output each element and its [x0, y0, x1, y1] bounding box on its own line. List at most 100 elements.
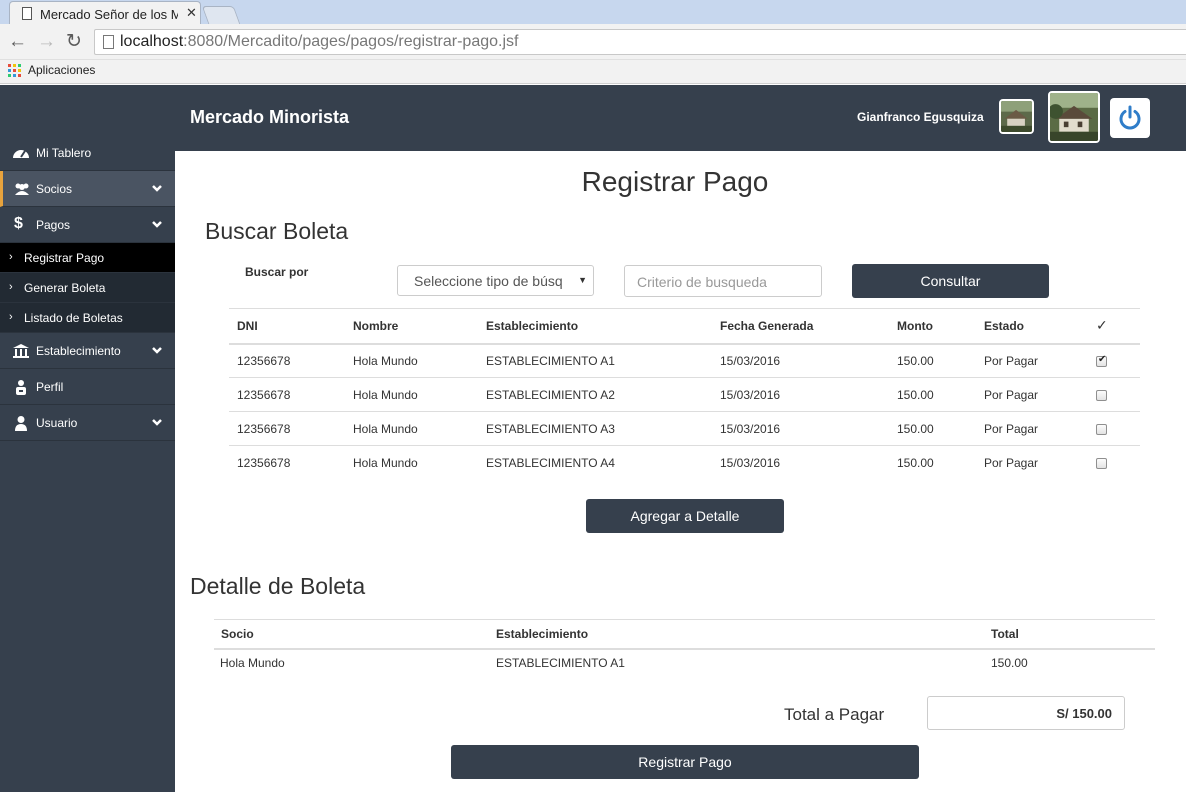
chevron-down-icon[interactable] [151, 182, 163, 194]
sidebar-item-perfil[interactable]: Perfil [0, 369, 175, 405]
table-row: 12356678 Hola Mundo ESTABLECIMIENTO A2 1… [229, 377, 1140, 412]
buscar-boleta-heading: Buscar Boleta [205, 218, 349, 244]
sidebar-subitem-registrar-pago[interactable]: › Registrar Pago [0, 243, 175, 273]
table-row: 12356678 Hola Mundo ESTABLECIMIENTO A3 1… [229, 411, 1140, 446]
search-input[interactable]: Criterio de busqueda [624, 265, 822, 297]
cell-socio: Hola Mundo [220, 655, 285, 670]
power-icon [1119, 105, 1141, 130]
chevron-down-icon[interactable] [151, 344, 163, 356]
chevron-right-icon: › [9, 251, 13, 263]
sidebar-item-establecimiento[interactable]: Establecimiento [0, 333, 175, 369]
sidebar-subitem-label: Listado de Boletas [24, 311, 123, 325]
cell-dni: 12356678 [229, 377, 345, 412]
registrar-pago-button[interactable]: Registrar Pago [451, 745, 919, 779]
row-checkbox[interactable] [1096, 458, 1107, 470]
reload-icon[interactable]: ↻ [66, 32, 82, 52]
column-header: Total [983, 619, 1155, 650]
cell-total: 150.00 [991, 655, 1028, 670]
tab-title: Mercado Señor de los Mil [40, 7, 178, 22]
cell-fecha: 15/03/2016 [712, 377, 889, 412]
cell-fecha: 15/03/2016 [720, 455, 781, 470]
cell-estado: Por Pagar [976, 377, 1088, 412]
buscar-por-label: Buscar por [245, 265, 309, 279]
avatar[interactable] [999, 99, 1034, 134]
bank-icon [13, 344, 29, 358]
cell-fecha: 15/03/2016 [712, 411, 889, 446]
brand-title[interactable]: Mercado Minorista [190, 107, 349, 128]
table-row: 12356678 Hola Mundo ESTABLECIMIENTO A4 1… [229, 446, 1140, 480]
sidebar-item-pagos[interactable]: $ Pagos [0, 207, 175, 243]
table-row: 12356678 Hola Mundo ESTABLECIMIENTO A1 1… [229, 343, 1140, 378]
cell-estado: Por Pagar [984, 455, 1039, 470]
cell-monto: 150.00 [889, 411, 976, 446]
row-checkbox[interactable] [1096, 423, 1107, 435]
column-header: Socio [214, 619, 488, 650]
cell-establecimiento: ESTABLECIMIENTO A3 [478, 411, 712, 446]
column-header-check: ✓ [1088, 308, 1140, 345]
column-header: Establecimiento [488, 619, 983, 650]
cell-estado: Por Pagar [976, 343, 1088, 378]
search-type-select[interactable]: Seleccione tipo de búsq ▼ [397, 265, 594, 296]
bookmarks-bar: Aplicaciones [0, 60, 1186, 84]
apps-grid-icon[interactable] [8, 64, 21, 77]
browser-tab[interactable]: Mercado Señor de los Mil ✕ [9, 1, 201, 25]
cell-estado: Por Pagar [976, 411, 1088, 446]
search-placeholder: Criterio de busqueda [637, 274, 767, 290]
sidebar-item-socios[interactable]: Socios [0, 171, 175, 207]
total-a-pagar-label: Total a Pagar [784, 705, 885, 724]
dollar-icon: $ [14, 215, 23, 232]
column-header: Fecha Generada [712, 308, 889, 345]
cell-establecimiento: ESTABLECIMIENTO A4 [486, 455, 615, 470]
browser-tab-strip: Mercado Señor de los Mil ✕ [0, 0, 1186, 25]
forward-arrow-icon[interactable]: → [37, 32, 56, 52]
sidebar-subitem-generar-boleta[interactable]: › Generar Boleta [0, 273, 175, 303]
avatar-photo-icon [1001, 101, 1032, 132]
new-tab-button[interactable] [201, 6, 241, 24]
address-bar[interactable]: localhost:8080/Mercadito/pages/pagos/reg… [94, 29, 1186, 55]
chevron-down-icon[interactable] [151, 218, 163, 230]
bookmark-apps[interactable]: Aplicaciones [28, 63, 95, 77]
cell-monto: 150.00 [889, 343, 976, 378]
sidebar-item-label: Establecimiento [36, 344, 121, 358]
logout-button[interactable] [1110, 98, 1150, 138]
column-header: Nombre [345, 308, 478, 345]
cell-nombre: Hola Mundo [353, 455, 418, 470]
app-navbar: Mercado Minorista Gianfranco Egusquiza [0, 85, 1186, 151]
detalle-boleta-heading: Detalle de Boleta [190, 573, 366, 599]
cell-monto: 150.00 [897, 455, 934, 470]
row-checkbox[interactable] [1096, 354, 1107, 368]
user-name: Gianfranco Egusquiza [857, 110, 984, 124]
profile-photo[interactable] [1048, 91, 1100, 143]
sidebar-subitem-listado-boletas[interactable]: › Listado de Boletas [0, 303, 175, 333]
chevron-down-icon[interactable] [151, 416, 163, 428]
sidebar-subitem-label: Registrar Pago [24, 251, 105, 265]
caret-down-icon: ▼ [578, 275, 587, 285]
table-row: Hola Mundo ESTABLECIMIENTO A1 150.00 [214, 649, 1155, 676]
sidebar-item-usuario[interactable]: Usuario [0, 405, 175, 441]
sidebar-subitem-label: Generar Boleta [24, 281, 106, 295]
cell-establecimiento: ESTABLECIMIENTO A1 [496, 655, 625, 670]
browser-toolbar: ← → ↻ localhost:8080/Mercadito/pages/pag… [0, 24, 1186, 60]
users-icon [15, 183, 29, 195]
sidebar-item-label: Usuario [36, 416, 78, 430]
cell-establecimiento: ESTABLECIMIENTO A1 [478, 343, 712, 378]
total-a-pagar-field: S/ 150.00 [927, 696, 1125, 730]
table-header-row: DNI Nombre Establecimiento Fecha Generad… [229, 308, 1140, 345]
page-title: Registrar Pago [581, 166, 769, 197]
sidebar-item-label: Mi Tablero [36, 146, 92, 160]
row-checkbox[interactable] [1096, 389, 1107, 401]
cell-nombre: Hola Mundo [345, 377, 478, 412]
consultar-button[interactable]: Consultar [852, 264, 1049, 298]
close-icon[interactable]: ✕ [186, 5, 197, 21]
column-header: Establecimiento [478, 308, 712, 345]
sidebar-item-label: Pagos [36, 218, 71, 232]
cell-dni: 12356678 [237, 455, 291, 470]
sidebar-item-label: Socios [36, 182, 73, 196]
cell-dni: 12356678 [229, 411, 345, 446]
back-arrow-icon[interactable]: ← [8, 32, 27, 52]
chevron-right-icon: › [9, 311, 13, 323]
cell-nombre: Hola Mundo [345, 343, 478, 378]
agregar-detalle-button[interactable]: Agregar a Detalle [586, 499, 784, 533]
sidebar-item-mi-tablero[interactable]: Mi Tablero [0, 135, 175, 171]
cell-establecimiento: ESTABLECIMIENTO A2 [478, 377, 712, 412]
